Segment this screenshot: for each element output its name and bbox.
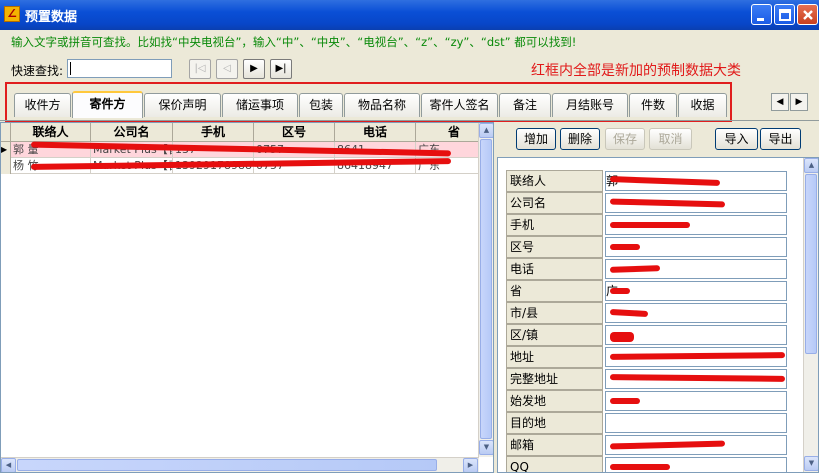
- form-row: 始发地: [506, 390, 789, 412]
- row-indicator: [1, 158, 11, 174]
- scroll-down-icon[interactable]: ▼: [804, 456, 818, 471]
- field-label: 市/县: [506, 302, 603, 324]
- scroll-up-icon[interactable]: ▲: [804, 158, 818, 173]
- tab-4[interactable]: 包装: [299, 93, 343, 117]
- redaction-mark: [610, 288, 630, 294]
- tab-scroll-right-icon[interactable]: ▶: [790, 93, 808, 111]
- form-row: 区/镇: [506, 324, 789, 346]
- column-header[interactable]: 公司名: [91, 123, 173, 142]
- tab-5[interactable]: 物品名称: [344, 93, 420, 117]
- grid-horizontal-scrollbar[interactable]: ◀ ▶: [1, 457, 479, 472]
- field-label: 手机: [506, 214, 603, 236]
- annotation-text: 红框内全部是新加的预制数据大类: [531, 63, 741, 79]
- field-input[interactable]: [605, 413, 787, 433]
- tab-panel-border: [0, 120, 819, 121]
- cancel-button[interactable]: 取消: [649, 128, 692, 150]
- tab-7[interactable]: 备注: [499, 93, 551, 117]
- window-title: 预置数据: [25, 10, 78, 25]
- category-tabs: 收件方 寄件方 保价声明 储运事项 包装 物品名称 寄件人签名 备注 月结账号 …: [10, 91, 730, 118]
- current-row-icon: ▶: [1, 142, 11, 158]
- tab-scroll-left-icon[interactable]: ◀: [771, 93, 789, 111]
- field-label: 电话: [506, 258, 603, 280]
- column-header[interactable]: 区号: [254, 123, 335, 142]
- scroll-thumb[interactable]: [480, 139, 492, 439]
- import-button[interactable]: 导入: [715, 128, 758, 150]
- tab-8[interactable]: 月结账号: [552, 93, 628, 117]
- detail-form: 联络人 郭 公司名 手机 区号 电话 省 广 市/县 区/镇 地址 完整地址 始…: [497, 157, 819, 473]
- field-label: 地址: [506, 346, 603, 368]
- data-grid[interactable]: 联络人 公司名 手机 区号 电话 省 ▶ 郭 量 Market Plus【香 1…: [0, 122, 494, 473]
- field-label: 省: [506, 280, 603, 302]
- app-logo-icon: ∠: [4, 6, 20, 22]
- prev-record-icon[interactable]: ◁: [216, 59, 238, 79]
- tab-3[interactable]: 储运事项: [222, 93, 298, 117]
- title-bar: ∠ 预置数据: [0, 0, 819, 30]
- search-hint-text: 输入文字或拼音可查找。比如找“中央电视台”，输入“中”、“中央”、“电视台”、“…: [11, 35, 577, 49]
- field-label: 公司名: [506, 192, 603, 214]
- maximize-button[interactable]: [774, 4, 795, 25]
- panel-splitter[interactable]: [494, 122, 496, 473]
- field-label: 区号: [506, 236, 603, 258]
- minimize-button[interactable]: [751, 4, 772, 25]
- export-button[interactable]: 导出: [760, 128, 801, 150]
- tab-0[interactable]: 收件方: [14, 93, 71, 117]
- field-label: 完整地址: [506, 368, 603, 390]
- grid-vertical-scrollbar[interactable]: ▲ ▼: [478, 123, 493, 457]
- tab-9[interactable]: 件数: [629, 93, 677, 117]
- tab-6[interactable]: 寄件人签名: [421, 93, 498, 117]
- column-header[interactable]: 手机: [173, 123, 254, 142]
- grid-header: 联络人 公司名 手机 区号 电话 省: [1, 123, 493, 142]
- redaction-mark: [610, 332, 634, 342]
- tab-10[interactable]: 收据: [678, 93, 727, 117]
- column-header[interactable]: 联络人: [11, 123, 91, 142]
- form-row: 省 广: [506, 280, 789, 302]
- search-label: 快速查找:: [11, 64, 64, 78]
- field-label: 目的地: [506, 412, 603, 434]
- close-button[interactable]: [797, 4, 818, 25]
- scroll-left-icon[interactable]: ◀: [1, 458, 16, 472]
- field-label: QQ: [506, 456, 603, 472]
- scroll-up-icon[interactable]: ▲: [479, 123, 493, 138]
- field-label: 始发地: [506, 390, 603, 412]
- redaction-mark: [610, 464, 670, 470]
- next-record-icon[interactable]: ▶: [243, 59, 265, 79]
- redaction-mark: [610, 244, 640, 250]
- form-row: 区号: [506, 236, 789, 258]
- redaction-mark: [610, 398, 640, 404]
- scroll-thumb[interactable]: [17, 459, 437, 471]
- scroll-thumb[interactable]: [805, 174, 817, 354]
- column-header[interactable]: 电话: [335, 123, 416, 142]
- add-button[interactable]: 增加: [516, 128, 556, 150]
- form-row: 目的地: [506, 412, 789, 434]
- scroll-right-icon[interactable]: ▶: [463, 458, 478, 472]
- field-label: 区/镇: [506, 324, 603, 346]
- tab-1[interactable]: 寄件方: [72, 91, 143, 118]
- save-button[interactable]: 保存: [605, 128, 645, 150]
- scroll-down-icon[interactable]: ▼: [479, 440, 493, 455]
- tab-2[interactable]: 保价声明: [144, 93, 221, 117]
- form-vertical-scrollbar[interactable]: ▲ ▼: [803, 158, 818, 472]
- last-record-icon[interactable]: ▶|: [270, 59, 292, 79]
- delete-button[interactable]: 删除: [560, 128, 600, 150]
- search-input[interactable]: [67, 59, 172, 78]
- redaction-mark: [610, 222, 690, 228]
- field-label: 邮箱: [506, 434, 603, 456]
- field-label: 联络人: [506, 170, 603, 192]
- field-input[interactable]: 广: [605, 281, 787, 301]
- row-indicator-header: [1, 123, 11, 142]
- first-record-icon[interactable]: |◁: [189, 59, 211, 79]
